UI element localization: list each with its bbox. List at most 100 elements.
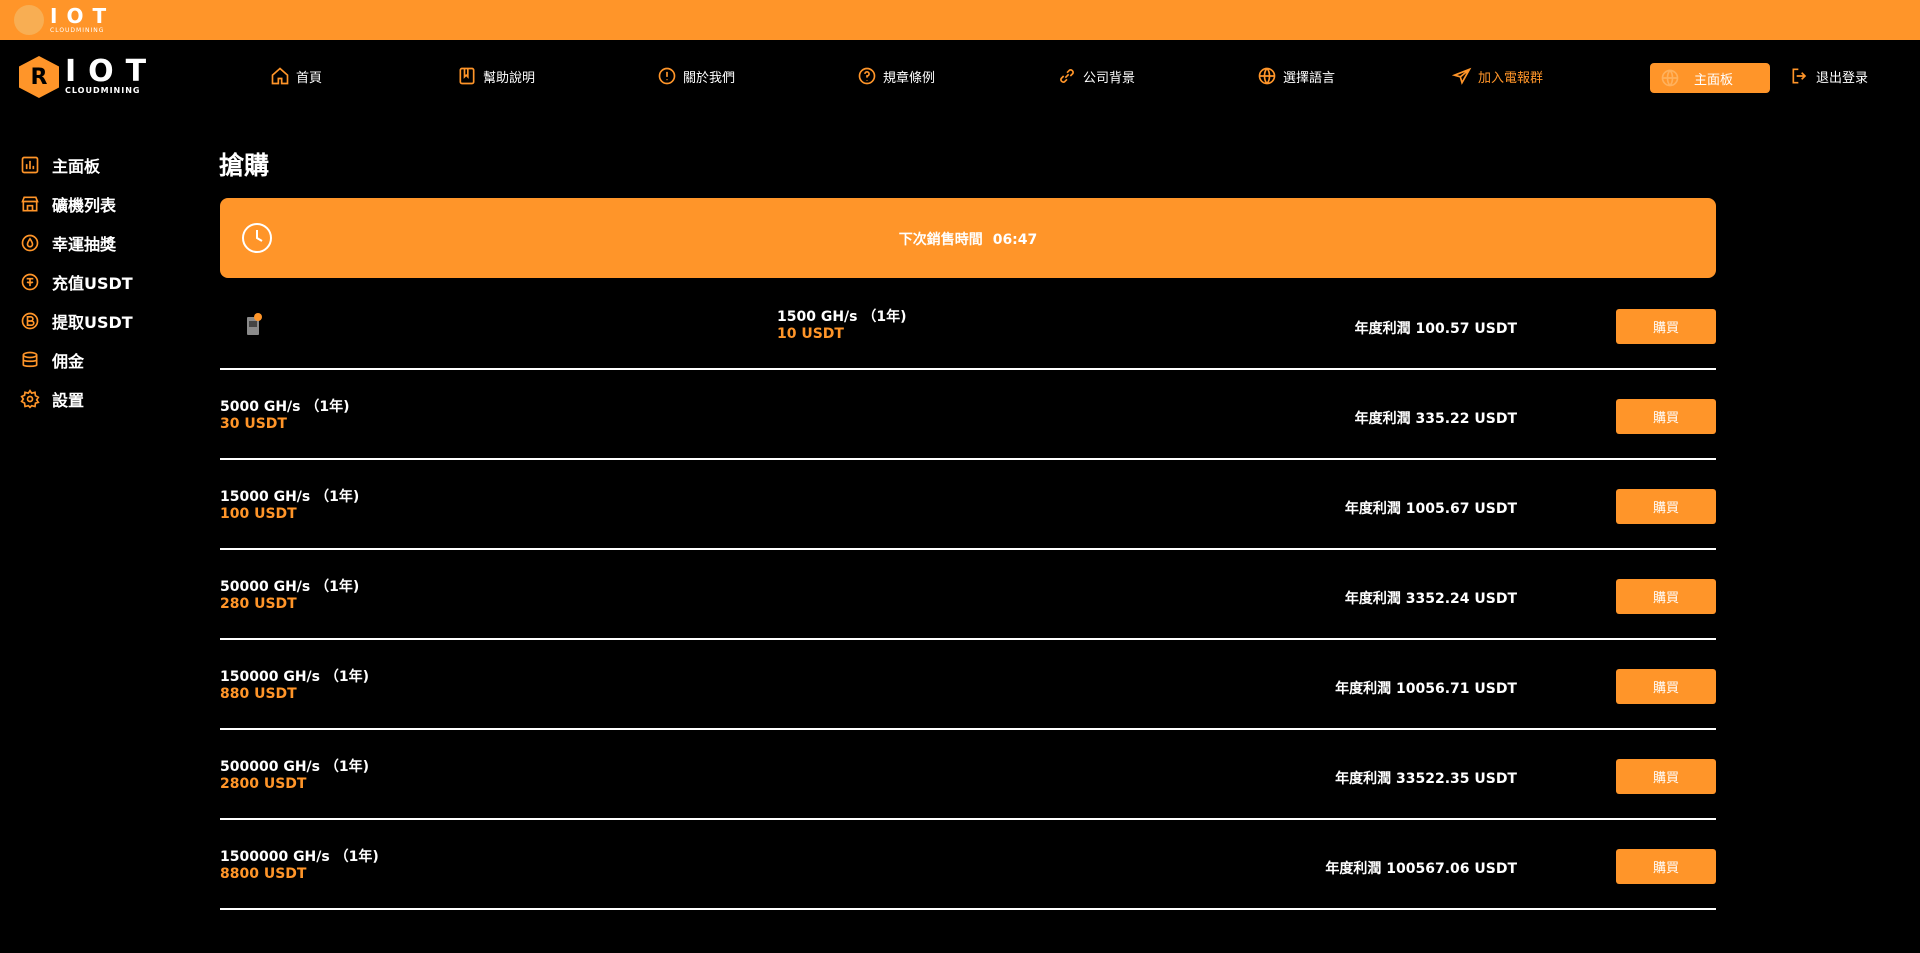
nav-about-label: 關於我們 [683, 70, 736, 86]
help-book-icon [459, 67, 475, 85]
product-annual-profit: 年度利潤 1005.67 USDT [1344, 501, 1517, 517]
buy-button[interactable]: 購買 [1616, 759, 1716, 794]
nav-language[interactable]: 選擇語言 [1257, 66, 1335, 86]
product-info: 150000 GH/s （1年) 880 USDT [220, 669, 369, 703]
buy-button[interactable]: 購買 [1616, 309, 1716, 344]
usdt-icon [21, 273, 39, 290]
sidebar-item-label: 充值USDT [52, 273, 133, 293]
top-brand-title: IOT [50, 3, 116, 28]
product-info: 500000 GH/s （1年) 2800 USDT [220, 759, 369, 793]
product-price: 280 USDT [220, 596, 297, 612]
nav-company-label: 公司背景 [1083, 70, 1136, 86]
product-row: 1500000 GH/s （1年) 8800 USDT 年度利潤 100567.… [220, 820, 1716, 910]
product-price: 100 USDT [220, 506, 297, 522]
product-hashrate: 500000 GH/s （1年) [220, 759, 369, 775]
product-list: 1500 GH/s （1年) 10 USDT 年度利潤 100.57 USDT … [220, 280, 1716, 910]
home-icon [271, 67, 289, 85]
product-info: 1500 GH/s （1年) 10 USDT [777, 309, 907, 343]
product-hashrate: 150000 GH/s （1年) [220, 669, 369, 685]
nav-logout[interactable]: 退出登录 [1790, 66, 1868, 86]
drop-icon [21, 234, 39, 251]
product-price: 880 USDT [220, 686, 297, 702]
info-circle-icon [658, 67, 676, 85]
product-hashrate: 5000 GH/s （1年) [220, 399, 350, 415]
product-row: 5000 GH/s （1年) 30 USDT 年度利潤 335.22 USDT … [220, 370, 1716, 460]
sidebar-item-miners[interactable]: 礦機列表 [20, 184, 200, 223]
product-annual-profit: 年度利潤 3352.24 USDT [1344, 591, 1517, 607]
product-info: 15000 GH/s （1年) 100 USDT [220, 489, 359, 523]
nav-telegram[interactable]: 加入電報群 [1452, 66, 1543, 86]
product-price: 8800 USDT [220, 866, 307, 882]
sidebar-item-deposit[interactable]: 充值USDT [20, 262, 200, 301]
sidebar-item-settings[interactable]: 設置 [20, 379, 200, 418]
bar-chart-icon [21, 156, 39, 173]
product-price: 10 USDT [777, 326, 844, 342]
product-info: 50000 GH/s （1年) 280 USDT [220, 579, 359, 613]
page-title: 搶購 [219, 151, 270, 180]
nav-logout-label: 退出登录 [1816, 70, 1869, 86]
sidebar-item-label: 提取USDT [52, 312, 133, 332]
store-icon [21, 196, 39, 211]
nav-telegram-label: 加入電報群 [1478, 70, 1544, 86]
nav-dashboard-button[interactable]: 主面板 [1650, 63, 1770, 93]
top-brand-logo[interactable]: IOT CLOUDMINING [14, 5, 115, 35]
nav-home[interactable]: 首頁 [270, 66, 322, 86]
sidebar-item-label: 幸運抽獎 [52, 234, 117, 254]
product-row: 50000 GH/s （1年) 280 USDT 年度利潤 3352.24 US… [220, 550, 1716, 640]
product-row: 1500 GH/s （1年) 10 USDT 年度利潤 100.57 USDT … [220, 280, 1716, 370]
logout-icon [1792, 68, 1807, 84]
sidebar-item-lottery[interactable]: 幸運抽獎 [20, 223, 200, 262]
product-hashrate: 1500000 GH/s （1年) [220, 849, 379, 865]
countdown-label: 下次銷售時間 [898, 232, 983, 248]
sidebar: 主面板 礦機列表 幸運抽獎 充值USDT 提取USDT 佣金 設置 [20, 145, 200, 418]
product-row: 150000 GH/s （1年) 880 USDT 年度利潤 10056.71 … [220, 640, 1716, 730]
product-hashrate: 50000 GH/s （1年) [220, 579, 360, 595]
gear-icon [20, 388, 40, 409]
nav-home-label: 首頁 [296, 70, 323, 86]
globe-icon [1258, 67, 1276, 85]
sidebar-item-dashboard[interactable]: 主面板 [20, 145, 200, 184]
nav-dashboard-label: 主面板 [1694, 72, 1734, 88]
product-annual-profit: 年度利潤 10056.71 USDT [1335, 681, 1517, 697]
nav-rules-label: 規章條例 [883, 70, 936, 86]
sidebar-item-commission[interactable]: 佣金 [20, 340, 200, 379]
buy-button[interactable]: 購買 [1616, 669, 1716, 704]
buy-button[interactable]: 購買 [1616, 849, 1716, 884]
nav-rules[interactable]: 規章條例 [857, 66, 935, 86]
link-icon [1060, 69, 1074, 83]
top-banner-bar: IOT CLOUDMINING [0, 0, 1920, 40]
buy-button[interactable]: 購買 [1616, 579, 1716, 614]
nav-company[interactable]: 公司背景 [1057, 66, 1135, 86]
buy-button[interactable]: 購買 [1616, 399, 1716, 434]
nav-help[interactable]: 幫助說明 [457, 66, 535, 86]
database-icon [22, 351, 38, 367]
sidebar-item-label: 佣金 [52, 351, 85, 371]
nav-language-label: 選擇語言 [1283, 70, 1336, 86]
product-annual-profit: 年度利潤 335.22 USDT [1354, 411, 1517, 427]
product-row: 500000 GH/s （1年) 2800 USDT 年度利潤 33522.35… [220, 730, 1716, 820]
top-brand-sub: CLOUDMINING [50, 26, 105, 34]
product-annual-profit: 年度利潤 100567.06 USDT [1325, 861, 1517, 877]
sidebar-item-withdraw[interactable]: 提取USDT [20, 301, 200, 340]
telegram-icon [1452, 67, 1472, 85]
product-price: 2800 USDT [220, 776, 307, 792]
product-hashrate: 1500 GH/s （1年) [777, 309, 907, 325]
miner-device-icon [247, 313, 262, 335]
product-price: 30 USDT [220, 416, 287, 432]
top-navigation: 首頁 幫助說明 關於我們 規章條例 公司背景 選擇語言 加入電報群 [0, 66, 1920, 90]
sidebar-item-label: 設置 [52, 390, 85, 410]
brand-badge-icon [14, 5, 44, 35]
bitcoin-icon [21, 312, 39, 329]
sale-countdown-banner: 下次銷售時間 06:47 [220, 198, 1716, 278]
buy-button[interactable]: 購買 [1616, 489, 1716, 524]
countdown-text: 下次銷售時間 06:47 [220, 229, 1716, 249]
product-row: 15000 GH/s （1年) 100 USDT 年度利潤 1005.67 US… [220, 460, 1716, 550]
question-circle-icon [858, 67, 876, 85]
nav-about[interactable]: 關於我們 [657, 66, 735, 86]
product-info: 5000 GH/s （1年) 30 USDT [220, 399, 350, 433]
sidebar-item-label: 礦機列表 [52, 195, 117, 215]
product-annual-profit: 年度利潤 33522.35 USDT [1335, 771, 1517, 787]
countdown-time: 06:47 [992, 232, 1038, 248]
product-annual-profit: 年度利潤 100.57 USDT [1354, 321, 1517, 337]
sidebar-item-label: 主面板 [52, 156, 101, 176]
